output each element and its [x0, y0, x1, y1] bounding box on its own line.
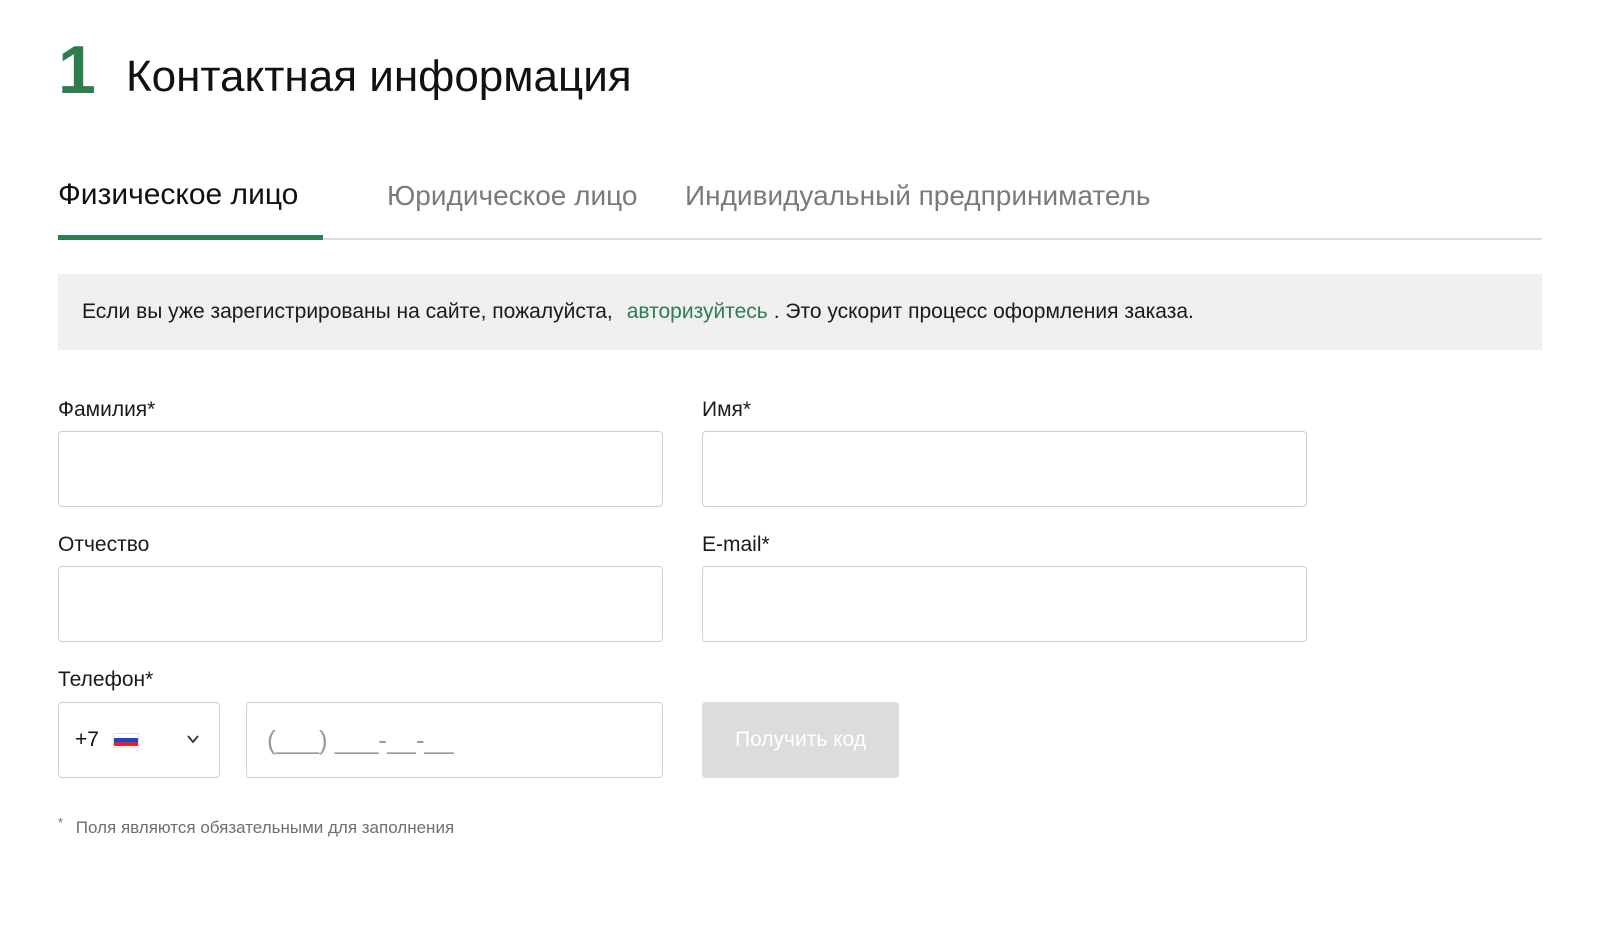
email-input[interactable] [702, 566, 1307, 642]
first-name-input[interactable] [702, 431, 1307, 507]
login-notice-text-end: . Это ускорит процесс оформления заказа. [773, 300, 1194, 323]
checkout-contact-section: 1 Контактная информация Физическое лицо … [0, 0, 1600, 925]
customer-type-tabs: Физическое лицо Юридическое лицо Индивид… [58, 170, 1542, 240]
section-title: Контактная информация [126, 52, 632, 101]
russia-flag-icon [112, 732, 139, 748]
required-fields-note: * Поля являются обязательными для заполн… [58, 815, 455, 838]
phone-label: Телефон* [58, 668, 154, 691]
login-link[interactable]: авторизуйтесь [627, 300, 768, 324]
first-name-label: Имя* [702, 398, 752, 421]
active-tab-indicator [58, 235, 323, 240]
section-header: 1 Контактная информация [58, 36, 632, 104]
middle-name-input[interactable] [58, 566, 663, 642]
footnote-text: Поля являются обязательными для заполнен… [75, 818, 455, 837]
tab-entrepreneur[interactable]: Индивидуальный предприниматель [685, 180, 1150, 212]
phone-input[interactable] [246, 702, 663, 778]
country-code-select[interactable]: +7 [58, 702, 220, 778]
country-code: +7 [75, 728, 99, 751]
last-name-label: Фамилия* [58, 398, 156, 421]
last-name-input[interactable] [58, 431, 663, 507]
footnote-asterisk: * [58, 815, 64, 830]
login-notice: Если вы уже зарегистрированы на сайте, п… [58, 274, 1542, 350]
email-label: E-mail* [702, 533, 770, 556]
get-code-button[interactable]: Получить код [702, 702, 899, 778]
step-number: 1 [58, 32, 96, 108]
login-notice-text: Если вы уже зарегистрированы на сайте, п… [82, 300, 613, 323]
chevron-down-icon [187, 735, 199, 744]
tab-legal-entity[interactable]: Юридическое лицо [387, 180, 637, 212]
tab-individual[interactable]: Физическое лицо [58, 178, 298, 212]
middle-name-label: Отчество [58, 533, 150, 556]
